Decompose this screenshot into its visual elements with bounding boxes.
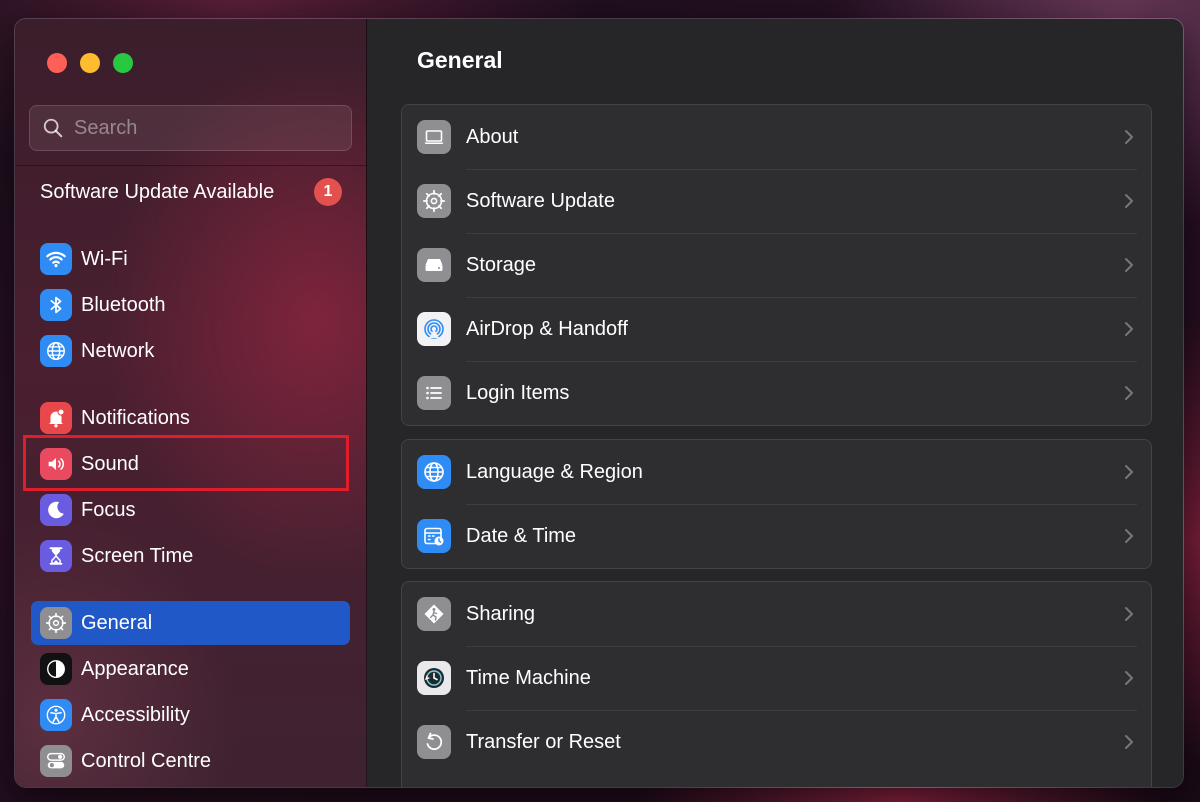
settings-group-3: Sharing Time Machine Transfer or Reset [401, 581, 1152, 787]
row-label: Storage [466, 253, 537, 276]
search-input[interactable] [74, 116, 334, 140]
sidebar-item-appearance[interactable]: Appearance [31, 647, 350, 691]
row-software-update[interactable]: Software Update [402, 169, 1151, 233]
bluetooth-icon [40, 289, 72, 321]
reset-icon [417, 725, 451, 759]
gear-icon [417, 184, 451, 218]
minimize-button[interactable] [80, 53, 100, 73]
settings-group-1: About Software Update Storage AirDrop & … [401, 104, 1152, 426]
sidebar-item-screen-time[interactable]: Screen Time [31, 534, 350, 578]
chevron-right-icon [1125, 194, 1133, 208]
software-update-available[interactable]: Software Update Available 1 [40, 175, 342, 209]
row-label: Software Update [466, 189, 615, 212]
search-icon [43, 118, 63, 138]
sidebar-item-label: General [81, 611, 153, 634]
sidebar-item-label: Notifications [81, 406, 190, 429]
list-icon [417, 376, 451, 410]
chevron-right-icon [1125, 529, 1133, 543]
maximize-button[interactable] [113, 53, 133, 73]
row-language-region[interactable]: Language & Region [402, 440, 1151, 504]
sidebar-item-label: Wi-Fi [81, 247, 128, 270]
sidebar-item-label: Screen Time [81, 544, 194, 567]
sidebar-item-notifications[interactable]: Notifications [31, 396, 350, 440]
row-label: Language & Region [466, 460, 643, 483]
row-sharing[interactable]: Sharing [402, 582, 1151, 646]
row-transfer-reset[interactable]: Transfer or Reset [402, 710, 1151, 774]
row-label: About [466, 125, 519, 148]
sidebar-item-general[interactable]: General [31, 601, 350, 645]
disk-icon [417, 248, 451, 282]
sidebar-item-label: Accessibility [81, 703, 190, 726]
row-storage[interactable]: Storage [402, 233, 1151, 297]
moon-icon [40, 494, 72, 526]
calendar-clock-icon [417, 519, 451, 553]
sidebar-item-label: Network [81, 339, 155, 362]
row-label: AirDrop & Handoff [466, 317, 628, 340]
chevron-right-icon [1125, 465, 1133, 479]
bell-icon [40, 402, 72, 434]
sidebar-item-control-centre[interactable]: Control Centre [31, 739, 350, 783]
row-label: Date & Time [466, 524, 577, 547]
update-badge: 1 [314, 178, 342, 206]
sound-highlight-annotation [23, 435, 349, 491]
sidebar-item-accessibility[interactable]: Accessibility [31, 693, 350, 737]
settings-window: Software Update Available 1 Wi-Fi [14, 18, 1184, 788]
chevron-right-icon [1125, 735, 1133, 749]
laptop-icon [417, 120, 451, 154]
row-label: Time Machine [466, 666, 591, 689]
globe-icon [40, 335, 72, 367]
settings-group-2: Language & Region Date & Time [401, 439, 1152, 569]
hourglass-icon [40, 540, 72, 572]
search-field[interactable] [29, 105, 352, 151]
sidebar-divider [15, 165, 367, 166]
chevron-right-icon [1125, 386, 1133, 400]
page-title: General [417, 47, 503, 73]
wifi-icon [40, 243, 72, 275]
row-login-items[interactable]: Login Items [402, 361, 1151, 425]
sharing-icon [417, 597, 451, 631]
row-label: Login Items [466, 381, 570, 404]
sidebar-item-network[interactable]: Network [31, 329, 350, 373]
sidebar-item-bluetooth[interactable]: Bluetooth [31, 283, 350, 327]
row-label: Transfer or Reset [466, 730, 621, 753]
sidebar-item-wifi[interactable]: Wi-Fi [31, 237, 350, 281]
time-machine-icon [417, 661, 451, 695]
gear-icon [40, 607, 72, 639]
row-label: Sharing [466, 602, 535, 625]
appearance-icon [40, 653, 72, 685]
row-time-machine[interactable]: Time Machine [402, 646, 1151, 710]
row-about[interactable]: About [402, 105, 1151, 169]
main-pane: General About Software Update Storage Ai… [367, 19, 1183, 787]
toggles-icon [40, 745, 72, 777]
sidebar: Software Update Available 1 Wi-Fi [15, 19, 367, 787]
chevron-right-icon [1125, 671, 1133, 685]
row-airdrop[interactable]: AirDrop & Handoff [402, 297, 1151, 361]
chevron-right-icon [1125, 607, 1133, 621]
chevron-right-icon [1125, 258, 1133, 272]
close-button[interactable] [47, 53, 67, 73]
sidebar-item-label: Appearance [81, 657, 189, 680]
sidebar-item-focus[interactable]: Focus [31, 488, 350, 532]
sidebar-item-label: Control Centre [81, 749, 212, 772]
globe-icon [417, 455, 451, 489]
airdrop-icon [417, 312, 451, 346]
chevron-right-icon [1125, 130, 1133, 144]
accessibility-icon [40, 699, 72, 731]
window-controls [47, 53, 133, 73]
sidebar-item-label: Focus [81, 498, 136, 521]
chevron-right-icon [1125, 322, 1133, 336]
row-date-time[interactable]: Date & Time [402, 504, 1151, 568]
sidebar-item-label: Bluetooth [81, 293, 166, 316]
software-update-label: Software Update Available [40, 180, 275, 203]
